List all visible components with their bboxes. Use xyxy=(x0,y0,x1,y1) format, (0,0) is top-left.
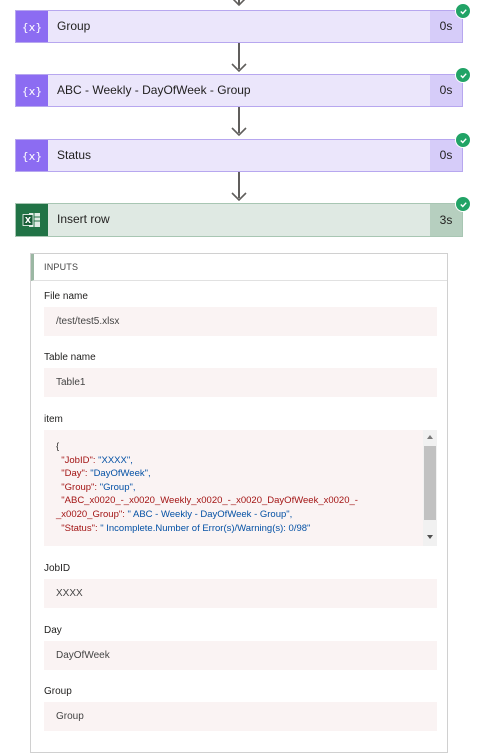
action-title: Status xyxy=(57,148,92,162)
inputs-header: INPUTS xyxy=(31,254,447,281)
item-json-lines: { "JobID": "XXXX", "Day": "DayOfWeek", "… xyxy=(56,440,421,535)
svg-text:{x}: {x} xyxy=(23,150,41,163)
day-label: Day xyxy=(44,625,62,636)
connector-arrow xyxy=(230,0,248,10)
group-value: Group xyxy=(44,702,437,731)
scroll-up-arrow-icon[interactable] xyxy=(426,434,434,440)
down-arrow-icon xyxy=(231,63,247,73)
inputs-panel: INPUTS File name /test/test5.xlsx Table … xyxy=(30,253,448,753)
success-check-icon xyxy=(455,3,471,19)
connector-arrow xyxy=(230,107,248,138)
table-name-value: Table1 xyxy=(44,368,437,397)
action-card-insert-row[interactable]: X Insert row 3s xyxy=(15,203,463,237)
json-line: "Group": "Group", xyxy=(56,481,136,493)
action-card-status[interactable]: {x} Status 0s xyxy=(15,139,463,172)
success-check-icon xyxy=(455,132,471,148)
day-value: DayOfWeek xyxy=(44,641,437,670)
svg-text:{x}: {x} xyxy=(23,85,41,98)
table-name-label: Table name xyxy=(44,352,96,363)
jobid-label: JobID xyxy=(44,563,71,574)
group-label: Group xyxy=(44,686,72,697)
action-title: Insert row xyxy=(57,212,110,226)
connector-arrow xyxy=(230,43,248,74)
inputs-header-label: INPUTS xyxy=(44,262,79,272)
jobid-value: XXXX xyxy=(44,579,437,608)
file-name-label: File name xyxy=(44,291,88,302)
down-arrow-icon xyxy=(231,192,247,202)
scrollbar-thumb[interactable] xyxy=(424,446,436,520)
action-title: Group xyxy=(57,19,91,33)
json-line: "JobID": "XXXX", xyxy=(56,454,133,466)
action-card-abc-weekly[interactable]: {x} ABC - Weekly - DayOfWeek - Group 0s xyxy=(15,74,463,107)
svg-text:X: X xyxy=(25,216,32,225)
success-check-icon xyxy=(455,67,471,83)
json-line: "ABC_x0020_-_x0020_Weekly_x0020_-_x0020_… xyxy=(56,495,358,507)
down-arrow-icon xyxy=(232,0,246,7)
item-json-viewer[interactable]: { "JobID": "XXXX", "Day": "DayOfWeek", "… xyxy=(44,430,437,546)
variable-icon: {x} xyxy=(16,140,48,171)
connector-arrow xyxy=(230,172,248,203)
svg-text:{x}: {x} xyxy=(23,21,41,34)
variable-icon: {x} xyxy=(16,75,48,106)
action-card-group[interactable]: {x} Group 0s xyxy=(15,10,463,43)
action-title: ABC - Weekly - DayOfWeek - Group xyxy=(57,83,251,97)
variable-icon: {x} xyxy=(16,11,48,42)
item-label: item xyxy=(44,414,63,425)
json-line: "Day": "DayOfWeek", xyxy=(56,468,151,480)
json-line: _x0020_Group": " ABC - Weekly - DayOfWee… xyxy=(56,508,293,520)
json-line: { xyxy=(56,441,60,452)
success-check-icon xyxy=(455,196,471,212)
file-name-value: /test/test5.xlsx xyxy=(44,307,437,336)
excel-icon: X xyxy=(16,204,48,236)
down-arrow-icon xyxy=(231,127,247,137)
scroll-down-arrow-icon[interactable] xyxy=(426,534,434,540)
vertical-scrollbar[interactable] xyxy=(423,430,437,546)
json-line: "Status": " Incomplete.Number of Error(s… xyxy=(56,522,311,534)
